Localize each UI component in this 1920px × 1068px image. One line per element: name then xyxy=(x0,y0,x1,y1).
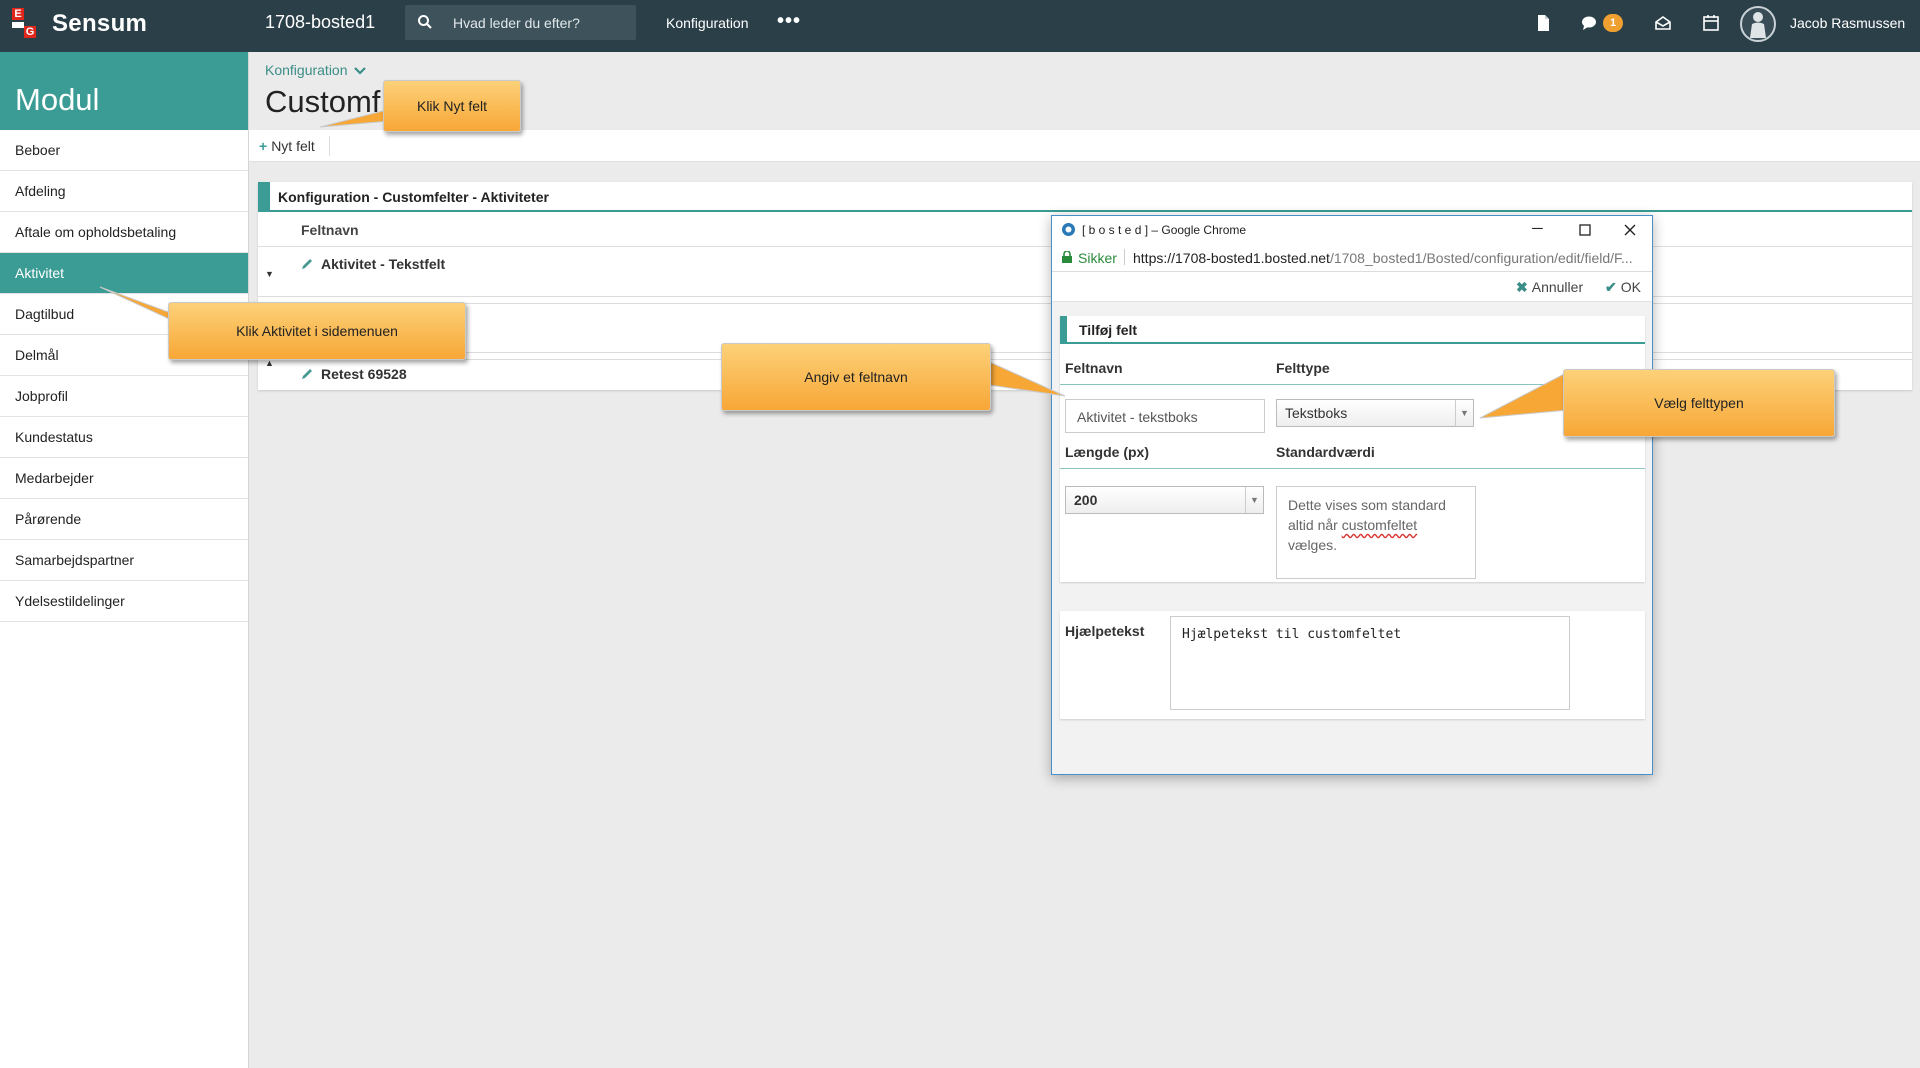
check-icon: ✔ xyxy=(1605,279,1617,295)
sidebar-item-afdeling[interactable]: Afdeling xyxy=(0,171,248,212)
minimize-icon[interactable]: ─ xyxy=(1532,220,1543,237)
dropdown-arrow-icon: ▼ xyxy=(1455,400,1473,426)
add-field-form: Tilføj felt Feltnavn Felttype Aktivitet … xyxy=(1060,316,1645,582)
section-title: Tilføj felt xyxy=(1060,316,1645,344)
toolbar-divider xyxy=(329,136,330,156)
search-input[interactable]: Hvad leder du efter? xyxy=(453,15,580,31)
notification-badge: 1 xyxy=(1603,14,1623,32)
eg-logo[interactable]: E G xyxy=(12,8,40,42)
new-field-button[interactable]: + Nyt felt xyxy=(259,138,315,154)
breadcrumb-label: Konfiguration xyxy=(265,62,348,78)
column-header-feltnavn[interactable]: Feltnavn xyxy=(301,222,359,238)
inbox-icon[interactable] xyxy=(1654,14,1672,32)
row-label[interactable]: Aktivitet - Tekstfelt xyxy=(321,256,445,272)
label-underline xyxy=(1060,468,1645,469)
instance-name: 1708-bosted1 xyxy=(265,12,376,32)
length-label: Længde (px) xyxy=(1065,444,1149,460)
sidebar-item-aktivitet[interactable]: Aktivitet xyxy=(0,253,248,294)
bosted-app-icon xyxy=(1062,223,1075,236)
field-type-select[interactable]: Tekstboks ▼ xyxy=(1276,399,1474,427)
chat-icon[interactable] xyxy=(1580,14,1598,32)
brand-name[interactable]: Sensum xyxy=(52,10,147,38)
sidebar-item-jobprofil[interactable]: Jobprofil xyxy=(0,376,248,417)
plus-icon: + xyxy=(259,138,268,154)
help-text-label: Hjælpetekst xyxy=(1065,623,1145,639)
pencil-icon[interactable] xyxy=(300,257,314,271)
lock-icon xyxy=(1062,251,1072,263)
panel-title: Konfiguration - Customfelter - Aktivitet… xyxy=(258,182,1912,212)
sidebar-menu: Beboer Afdeling Aftale om opholdsbetaling A… xyxy=(0,130,248,622)
cancel-button[interactable]: ✖ Annuller xyxy=(1516,279,1583,296)
toolbar: + Nyt felt xyxy=(249,130,1920,162)
ok-label: OK xyxy=(1620,279,1641,295)
logo-bar xyxy=(12,22,24,28)
new-field-label: Nyt felt xyxy=(271,138,315,154)
page-title: Customf xyxy=(265,84,381,119)
secure-label: Sikker xyxy=(1078,250,1117,266)
default-text-part-b: customfeltet xyxy=(1341,517,1418,533)
pencil-icon[interactable] xyxy=(300,367,314,381)
callout-field-type: Vælg felttypen xyxy=(1563,369,1835,437)
document-icon[interactable] xyxy=(1534,14,1552,32)
sidebar-item-kundestatus[interactable]: Kundestatus xyxy=(0,417,248,458)
default-value-textarea[interactable]: Dette vises som standard altid når custo… xyxy=(1276,486,1476,579)
popup-actions: ✖ Annuller ✔ OK xyxy=(1052,272,1652,302)
search-box[interactable]: Hvad leder du efter? xyxy=(405,5,636,40)
x-icon: ✖ xyxy=(1516,279,1528,295)
user-silhouette-icon xyxy=(1750,12,1766,38)
caret-down-icon[interactable]: ▼ xyxy=(265,269,274,279)
url-divider xyxy=(1124,249,1125,265)
help-text-textarea[interactable]: Hjælpetekst til customfeltet xyxy=(1170,616,1570,710)
chrome-popup-window: [ b o s t e d ] – Google Chrome ─ Sikker… xyxy=(1051,215,1653,775)
dropdown-arrow-icon: ▼ xyxy=(1245,487,1263,513)
logo-letter-g: G xyxy=(24,26,36,38)
avatar[interactable] xyxy=(1740,6,1776,42)
logo-letter-e: E xyxy=(12,8,24,20)
url-host: https://1708-bosted1.bosted.net xyxy=(1133,250,1330,266)
url-path: /1708_bosted1/Bosted/configuration/edit/… xyxy=(1329,250,1633,266)
sidebar-item-beboer[interactable]: Beboer xyxy=(0,130,248,171)
cancel-label: Annuller xyxy=(1531,279,1584,295)
address-bar[interactable]: Sikker https://1708-bosted1.bosted.net/1… xyxy=(1052,244,1652,272)
help-text-section: Hjælpetekst Hjælpetekst til customfeltet xyxy=(1060,611,1645,719)
search-icon xyxy=(418,15,432,29)
maximize-icon[interactable] xyxy=(1579,224,1591,236)
field-name-label: Feltnavn xyxy=(1065,360,1123,376)
ok-button[interactable]: ✔ OK xyxy=(1605,279,1641,296)
row-label[interactable]: Retest 69528 xyxy=(321,366,407,382)
callout-new-field: Klik Nyt felt xyxy=(383,80,521,132)
sidebar-item-samarbejdspartner[interactable]: Samarbejdspartner xyxy=(0,540,248,581)
field-type-label: Felttype xyxy=(1276,360,1330,376)
window-title-bar[interactable]: [ b o s t e d ] – Google Chrome ─ xyxy=(1052,216,1652,244)
more-menu-icon[interactable]: ••• xyxy=(777,10,801,33)
sidebar-title: Modul xyxy=(0,52,248,130)
top-bar: E G Sensum 1708-bosted1 Hvad leder du ef… xyxy=(0,0,1920,52)
sidebar-item-aftale-om-opholdsbetaling[interactable]: Aftale om opholdsbetaling xyxy=(0,212,248,253)
window-title: [ b o s t e d ] – Google Chrome xyxy=(1082,223,1247,237)
sidebar-item-pårørende[interactable]: Pårørende xyxy=(0,499,248,540)
default-value-label: Standardværdi xyxy=(1276,444,1375,460)
calendar-icon[interactable] xyxy=(1702,14,1720,32)
close-icon[interactable] xyxy=(1624,224,1636,236)
callout-field-name: Angiv et feltnavn xyxy=(721,343,991,411)
chevron-down-icon xyxy=(354,67,367,75)
field-name-input[interactable]: Aktivitet - tekstboks xyxy=(1065,399,1265,433)
nav-konfiguration[interactable]: Konfiguration xyxy=(666,15,749,31)
user-name[interactable]: Jacob Rasmussen xyxy=(1790,15,1905,31)
field-type-value: Tekstboks xyxy=(1285,405,1348,421)
label-underline xyxy=(1060,384,1645,385)
length-value: 200 xyxy=(1074,492,1098,508)
breadcrumb[interactable]: Konfiguration xyxy=(265,62,367,78)
url-text[interactable]: https://1708-bosted1.bosted.net/1708_bos… xyxy=(1133,250,1643,266)
length-select[interactable]: 200 ▼ xyxy=(1065,486,1264,514)
default-text-part-c: vælges. xyxy=(1288,537,1338,553)
sidebar-item-ydelsestildelinger[interactable]: Ydelsestildelinger xyxy=(0,581,248,622)
sidebar-item-medarbejder[interactable]: Medarbejder xyxy=(0,458,248,499)
sidebar: Modul Beboer Afdeling Aftale om opholdsbet… xyxy=(0,52,249,1068)
callout-activity: Klik Aktivitet i sidemenuen xyxy=(168,302,466,360)
